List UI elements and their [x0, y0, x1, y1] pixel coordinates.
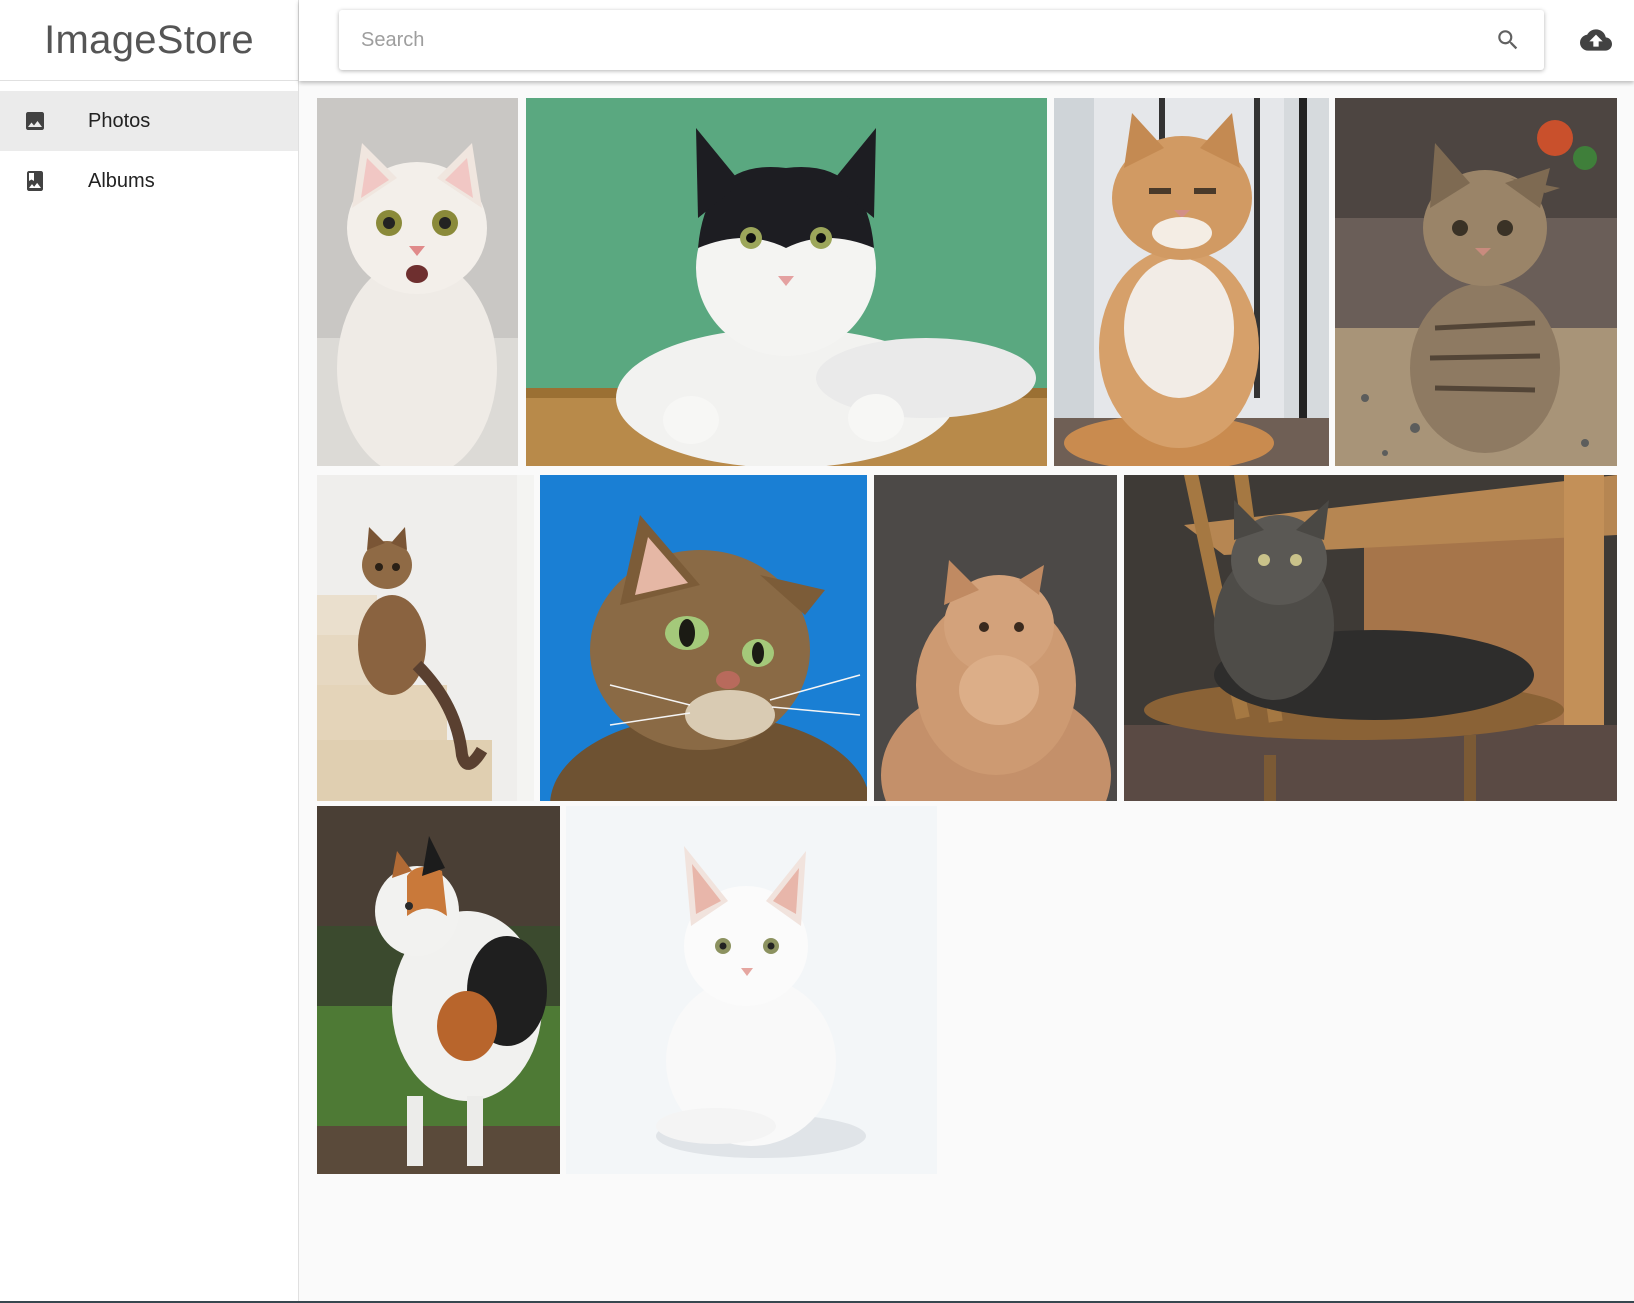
photo-icon: [22, 108, 48, 134]
sidebar: ImageStore Photos Albums: [0, 0, 299, 1303]
photo-thumbnail[interactable]: [526, 98, 1047, 466]
search-icon[interactable]: [1488, 20, 1528, 60]
photo-thumbnail[interactable]: [317, 806, 560, 1174]
cat-photo-image: [317, 475, 534, 801]
top-bar: [299, 0, 1634, 81]
cat-photo-image: [317, 806, 560, 1174]
cat-photo-image: [526, 98, 1047, 466]
photo-thumbnail[interactable]: [1054, 98, 1329, 466]
photo-thumbnail[interactable]: [317, 475, 534, 801]
search-box: [339, 10, 1544, 70]
sidebar-item-label: Photos: [88, 109, 151, 132]
cat-photo-image: [874, 475, 1117, 801]
photo-thumbnail[interactable]: [1335, 98, 1617, 466]
sidebar-item-albums[interactable]: Albums: [0, 151, 298, 211]
cloud-upload-icon[interactable]: [1576, 20, 1616, 60]
cat-photo-image: [1054, 98, 1329, 466]
photo-thumbnail[interactable]: [317, 98, 518, 466]
sidebar-item-photos[interactable]: Photos: [0, 91, 298, 151]
cat-photo-image: [1335, 98, 1617, 466]
sidebar-nav: Photos Albums: [0, 91, 298, 211]
image-store-app: ImageStore Photos Albums: [0, 0, 1634, 1303]
app-title: ImageStore: [0, 0, 298, 81]
sidebar-item-label: Albums: [88, 169, 155, 192]
photo-thumbnail[interactable]: [540, 475, 867, 801]
photo-thumbnail[interactable]: [566, 806, 937, 1174]
photo-thumbnail[interactable]: [1124, 475, 1617, 801]
cat-photo-image: [1124, 475, 1617, 801]
search-input[interactable]: [359, 19, 1488, 61]
cat-photo-image: [566, 806, 937, 1174]
photo-thumbnail[interactable]: [874, 475, 1117, 801]
photo-album-icon: [22, 168, 48, 194]
cat-photo-image: [317, 98, 518, 466]
cat-photo-image: [540, 475, 867, 801]
